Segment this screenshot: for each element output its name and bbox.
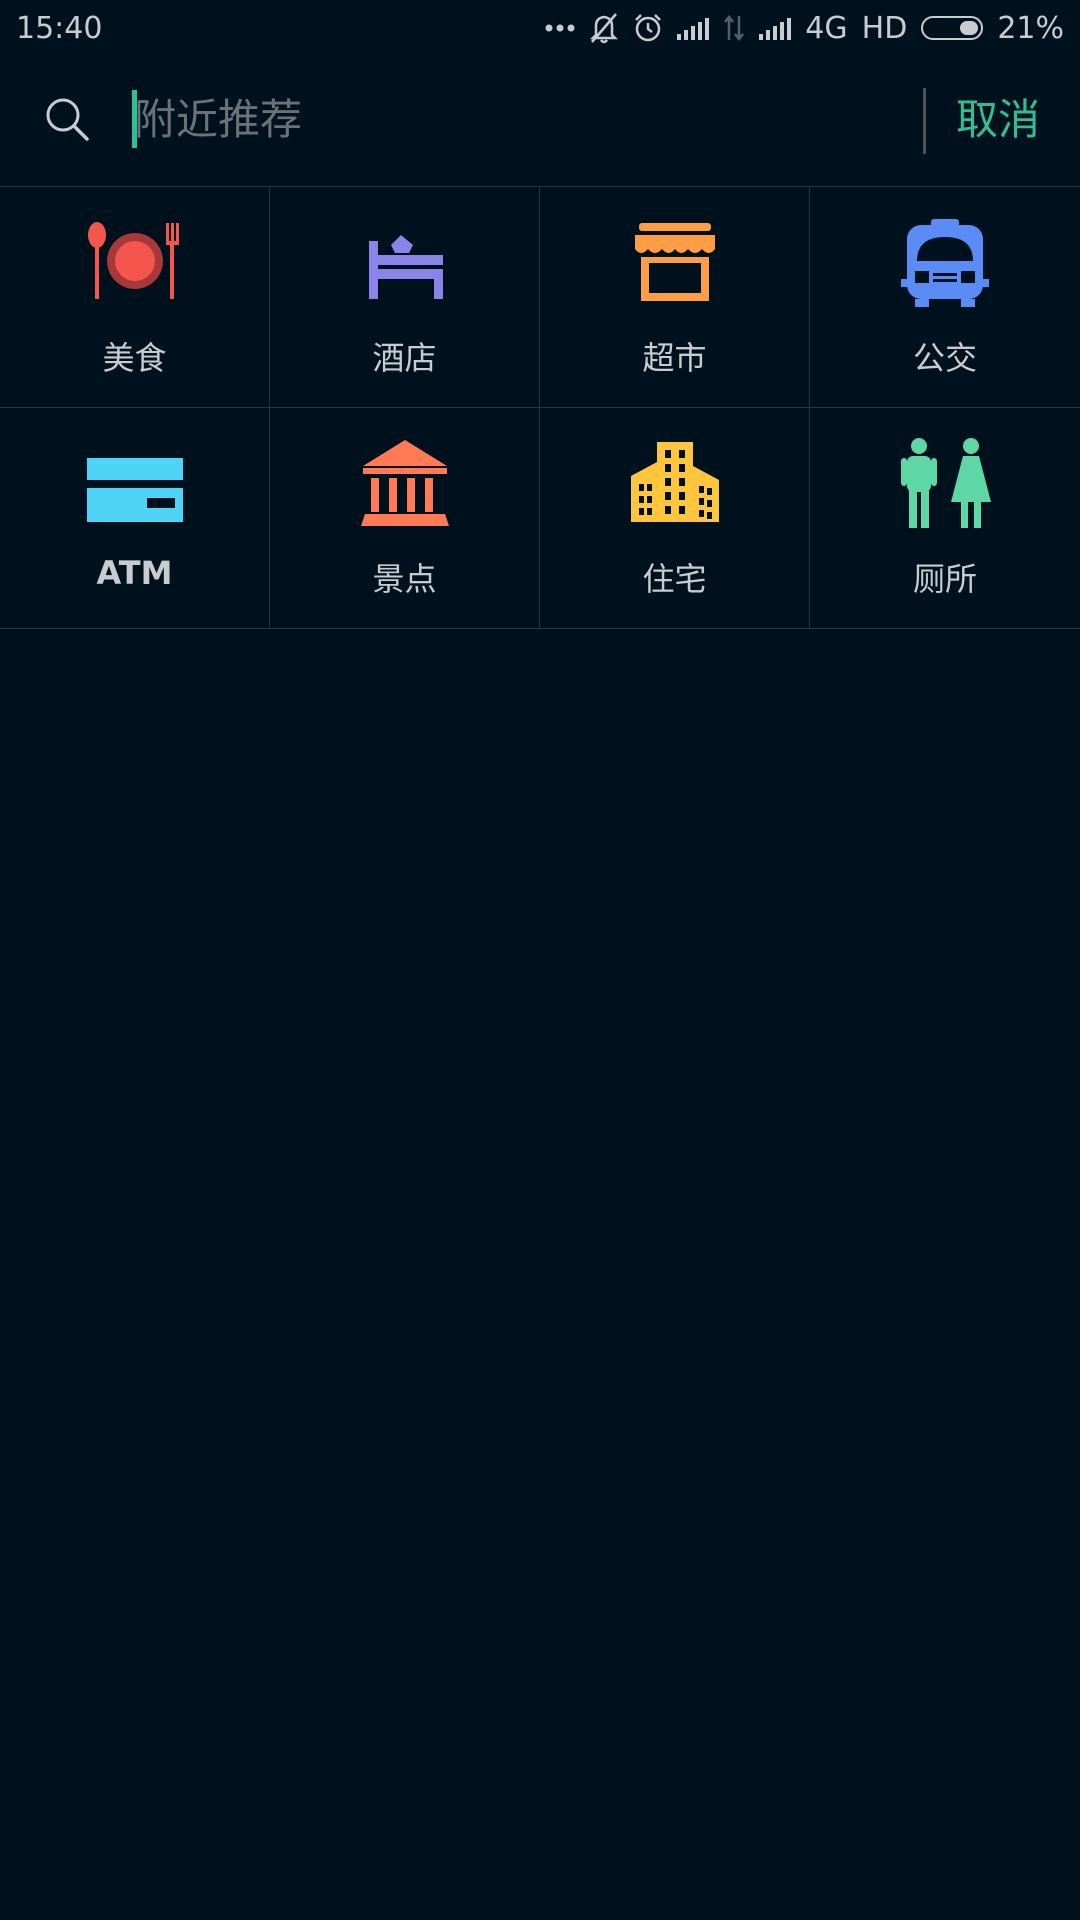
alarm-icon [633,13,663,43]
category-label: 公交 [912,339,977,377]
restroom-icon [897,436,993,532]
status-icons: 4G HD 21% [545,11,1064,46]
signal-icon-2 [759,16,792,40]
category-atm[interactable]: ATM [0,408,270,629]
search-bar: 取消 [0,56,1080,187]
search-input[interactable] [134,86,894,152]
search-icon[interactable] [44,96,90,142]
more-dots-icon [545,23,575,33]
signal-icon [677,16,710,40]
category-bus[interactable]: 公交 [810,187,1080,408]
hd-indicator: HD [861,10,908,46]
landmark-icon [357,436,453,532]
battery-percent: 21% [997,10,1064,46]
store-icon [627,215,723,311]
card-icon [86,436,183,532]
cancel-button[interactable]: 取消 [956,84,1040,156]
data-arrows-icon [723,14,745,42]
category-label: 住宅 [642,560,707,598]
bus-icon [897,215,993,311]
network-type: 4G [805,10,848,46]
category-scenic[interactable]: 景点 [270,408,540,629]
category-supermarket[interactable]: 超市 [540,187,810,408]
category-residence[interactable]: 住宅 [540,408,810,629]
hotel-bed-icon [357,215,453,311]
category-label: 超市 [642,339,707,377]
search-divider [923,88,926,154]
category-food[interactable]: 美食 [0,187,270,408]
mute-bell-icon [589,12,619,44]
battery-icon [921,16,984,40]
category-label: 景点 [372,560,437,598]
status-time: 15:40 [16,10,103,46]
category-grid: 美食 酒店 超市 公交 ATM 景点 住宅 厕所 [0,187,1080,629]
category-toilet[interactable]: 厕所 [810,408,1080,629]
category-label: ATM [96,554,173,592]
food-icon [87,215,183,311]
building-icon [627,436,723,532]
category-label: 酒店 [372,339,437,377]
category-hotel[interactable]: 酒店 [270,187,540,408]
category-label: 厕所 [912,560,977,598]
category-label: 美食 [102,339,167,377]
status-bar: 15:40 4G HD 21% [0,0,1080,56]
